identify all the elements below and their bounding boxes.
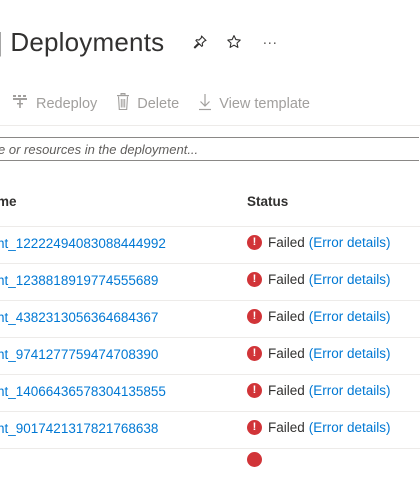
trash-icon [115, 93, 137, 115]
deployment-name-link[interactable]: nt_12222494083088444992 [0, 236, 166, 251]
redeploy-icon [12, 94, 36, 114]
error-circle-icon: ! [247, 309, 262, 324]
view-template-label: View template [219, 96, 310, 112]
error-circle-icon: ! [247, 346, 262, 361]
status-cell: ! Failed (Error details) [247, 272, 391, 287]
star-icon[interactable] [226, 34, 242, 50]
deployment-name-link[interactable]: nt_9017421317821768638 [0, 421, 158, 436]
error-circle-icon: ! [247, 383, 262, 398]
status-cell [247, 452, 268, 467]
table-row: nt_9741277759474708390 ! Failed (Error d… [0, 337, 420, 374]
deployment-name-link[interactable]: nt_14066436578304135855 [0, 384, 166, 399]
error-details-link[interactable]: (Error details) [309, 235, 391, 250]
page-title: | Deployments [0, 26, 165, 57]
status-cell: ! Failed (Error details) [247, 346, 391, 361]
redeploy-label: Redeploy [36, 96, 98, 112]
column-header-name[interactable]: me [0, 194, 17, 209]
error-details-link[interactable]: (Error details) [309, 420, 391, 435]
table-row-partial [0, 448, 420, 485]
deployment-name-link[interactable]: nt_9741277759474708390 [0, 347, 158, 362]
command-bar: Redeploy Delete View template [12, 90, 328, 118]
status-text: Failed [268, 420, 305, 435]
download-icon [197, 93, 219, 115]
more-icon[interactable]: ··· [262, 34, 277, 51]
toolbar-divider [0, 125, 420, 126]
search-input[interactable] [0, 138, 417, 160]
pin-icon[interactable] [192, 34, 208, 50]
status-text: Failed [268, 235, 305, 250]
status-cell: ! Failed (Error details) [247, 420, 391, 435]
delete-button[interactable]: Delete [115, 93, 179, 115]
status-text: Failed [268, 272, 305, 287]
page-header: | Deployments ··· [0, 22, 277, 62]
error-details-link[interactable]: (Error details) [309, 272, 391, 287]
status-text: Failed [268, 346, 305, 361]
error-circle-icon: ! [247, 420, 262, 435]
search-box[interactable] [0, 137, 419, 161]
status-cell: ! Failed (Error details) [247, 309, 391, 324]
redeploy-button[interactable]: Redeploy [12, 94, 97, 114]
status-cell: ! Failed (Error details) [247, 235, 391, 250]
column-header-status[interactable]: Status [247, 194, 288, 209]
status-cell: ! Failed (Error details) [247, 383, 391, 398]
error-details-link[interactable]: (Error details) [309, 346, 391, 361]
error-circle-icon: ! [247, 235, 262, 250]
table-row: nt_12222494083088444992 ! Failed (Error … [0, 226, 420, 263]
status-text: Failed [268, 309, 305, 324]
view-template-button[interactable]: View template [197, 93, 310, 115]
table-row: nt_14066436578304135855 ! Failed (Error … [0, 374, 420, 411]
table-row: nt_9017421317821768638 ! Failed (Error d… [0, 411, 420, 448]
deployment-name-link[interactable]: nt_1238818919774555689 [0, 273, 158, 288]
error-circle-icon [247, 452, 262, 467]
status-text: Failed [268, 383, 305, 398]
table-row: nt_4382313056364684367 ! Failed (Error d… [0, 300, 420, 337]
error-details-link[interactable]: (Error details) [309, 309, 391, 324]
table-row: nt_1238818919774555689 ! Failed (Error d… [0, 263, 420, 300]
delete-label: Delete [137, 96, 180, 112]
deployment-name-link[interactable]: nt_4382313056364684367 [0, 310, 158, 325]
error-details-link[interactable]: (Error details) [309, 383, 391, 398]
error-circle-icon: ! [247, 272, 262, 287]
